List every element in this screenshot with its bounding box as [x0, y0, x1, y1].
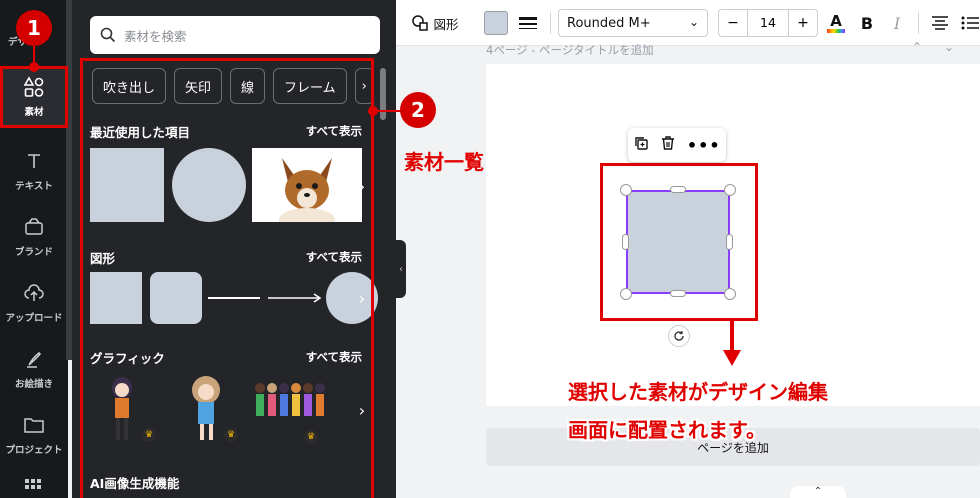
page-title[interactable]: 4ページ - ページタイトルを追加 — [486, 42, 654, 58]
duplicate-icon[interactable] — [633, 135, 649, 155]
toolbar-divider — [550, 12, 551, 34]
italic-button[interactable]: I — [886, 8, 908, 38]
fill-color-swatch[interactable] — [484, 11, 508, 35]
font-size-decrease-button[interactable]: − — [719, 15, 747, 31]
callout-arrow-shaft — [730, 321, 734, 351]
font-family-value: Rounded M+ — [567, 15, 651, 31]
callout-line-2: 画面に配置されます。 — [568, 418, 766, 442]
collapse-panel-tab[interactable]: ‹ — [396, 240, 406, 298]
align-button[interactable] — [928, 8, 952, 38]
font-size-stepper: − 14 + — [718, 9, 818, 37]
panel-scrollbar[interactable] — [378, 60, 388, 490]
text-color-letter: A — [830, 12, 842, 30]
highlight-placed-shape — [600, 163, 758, 321]
text-icon — [22, 150, 46, 172]
elements-list-label: 素材一覧 — [404, 150, 484, 174]
more-options-icon[interactable]: ••• — [687, 136, 721, 155]
notes-toggle[interactable]: ⌃ — [790, 486, 846, 498]
rotate-icon — [674, 331, 684, 341]
border-style-icon — [519, 17, 537, 29]
step-badge-1: 1 — [16, 10, 52, 46]
rail-item-upload[interactable]: アップロード — [0, 272, 68, 334]
border-style-button[interactable] — [516, 8, 540, 38]
highlight-elements-tab — [0, 66, 68, 128]
badge2-connector — [374, 110, 402, 112]
rail-item-draw[interactable]: お絵描き — [0, 338, 68, 400]
search-input[interactable]: 素材を検索 — [90, 16, 380, 54]
rotate-handle[interactable] — [668, 325, 690, 347]
bold-button[interactable]: B — [856, 8, 878, 38]
rail-item-label: お絵描き — [14, 379, 53, 390]
chevron-left-icon: ‹ — [399, 263, 403, 275]
page-collapse-icon[interactable]: ⌃ — [912, 40, 922, 54]
step-badge-2: 2 — [400, 92, 436, 128]
align-center-icon — [932, 16, 948, 30]
rainbow-color-bar — [827, 29, 845, 33]
search-placeholder: 素材を検索 — [124, 28, 187, 44]
chevron-up-icon: ⌃ — [813, 486, 823, 497]
upload-icon — [22, 282, 46, 304]
page-expand-icon[interactable]: ⌄ — [944, 40, 954, 54]
font-size-increase-button[interactable]: + — [789, 15, 817, 31]
rail-item-text[interactable]: テキスト — [0, 140, 68, 202]
rail-item-label: テキスト — [15, 181, 53, 192]
apps-grid-icon[interactable] — [24, 478, 42, 496]
list-icon — [961, 16, 979, 30]
font-size-input[interactable]: 14 — [747, 10, 789, 36]
trash-icon[interactable] — [660, 135, 676, 155]
font-family-select[interactable]: Rounded M+ ⌄ — [558, 9, 708, 37]
callout-line-1: 選択した素材がデザイン編集 — [568, 380, 828, 404]
list-button[interactable] — [960, 8, 980, 38]
badge2-connector-dot — [368, 106, 378, 116]
element-context-toolbar: ••• — [628, 128, 726, 162]
rail-item-projects[interactable]: プロジェクト — [0, 404, 68, 466]
rail-item-brand[interactable]: ブランド — [0, 206, 68, 268]
search-icon — [100, 27, 116, 43]
shape-type-label: 図形 — [433, 16, 459, 32]
folder-icon — [22, 414, 46, 436]
callout-arrow-head — [723, 350, 741, 366]
chevron-down-icon: ⌄ — [688, 15, 699, 29]
brand-icon — [22, 216, 46, 238]
text-color-button[interactable]: A — [824, 8, 848, 38]
panel-scrollbar-thumb[interactable] — [380, 68, 386, 120]
editor-toolbar: 図形 Rounded M+ ⌄ − 14 + A B I — [396, 0, 980, 46]
rail-item-label: ブランド — [14, 247, 53, 258]
rail-item-label: アップロード — [5, 313, 63, 324]
highlight-elements-panel — [80, 58, 374, 498]
shapes-icon — [412, 15, 429, 31]
rail-item-label: プロジェクト — [5, 445, 63, 456]
badge1-connector-dot — [29, 62, 39, 72]
draw-icon — [22, 348, 46, 370]
shape-type-button[interactable]: 図形 — [408, 8, 462, 38]
toolbar-divider — [918, 12, 919, 34]
